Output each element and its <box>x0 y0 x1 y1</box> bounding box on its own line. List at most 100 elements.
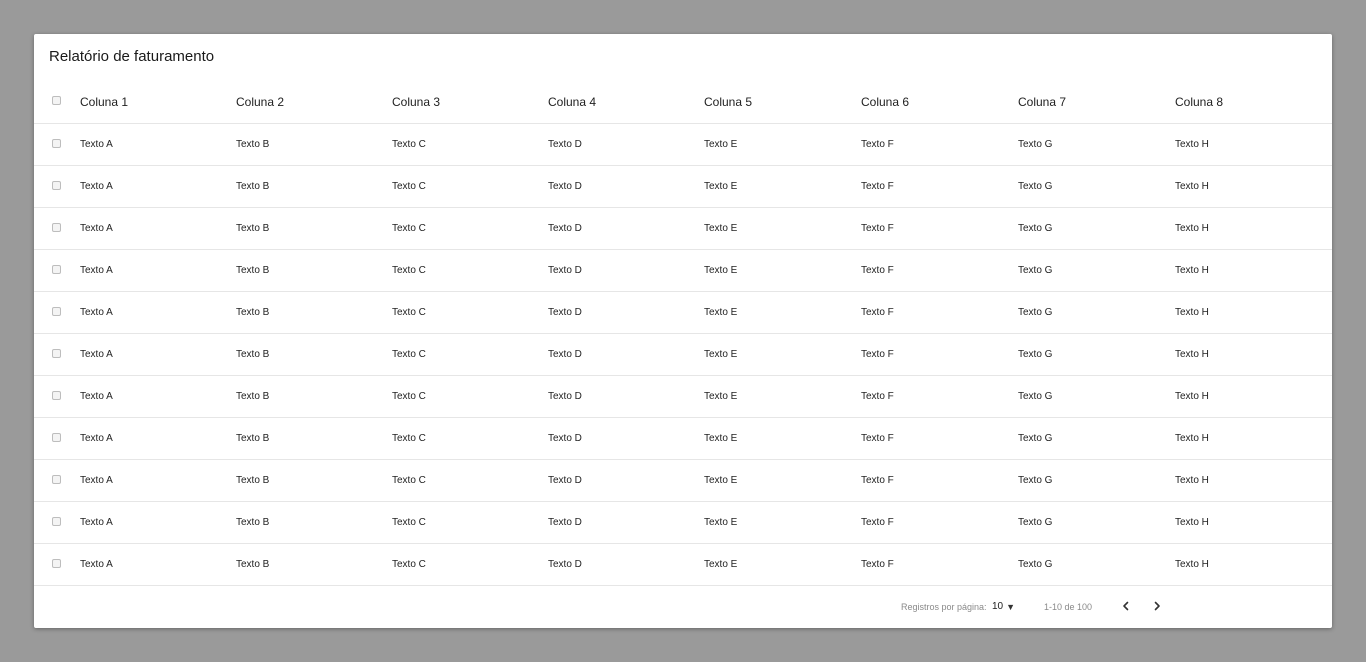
row-checkbox[interactable] <box>52 475 61 484</box>
column-header-4[interactable]: Coluna 4 <box>548 81 596 122</box>
table-cell: Texto A <box>80 307 113 318</box>
dropdown-arrow-icon: ▼ <box>1006 601 1016 612</box>
table-cell: Texto D <box>548 181 582 192</box>
table-cell: Texto G <box>1018 559 1053 570</box>
row-checkbox[interactable] <box>52 349 61 358</box>
table-cell: Texto B <box>236 475 270 486</box>
table-cell: Texto E <box>704 517 738 528</box>
table-row[interactable]: Texto A Texto B Texto C Texto D Texto E Texto… <box>34 460 1332 502</box>
column-header-8[interactable]: Coluna 8 <box>1175 81 1223 122</box>
table-cell: Texto E <box>704 223 738 234</box>
table-cell: Texto H <box>1175 139 1209 150</box>
table-cell: Texto D <box>548 307 582 318</box>
table-cell: Texto H <box>1175 391 1209 402</box>
table-cell: Texto D <box>548 349 582 360</box>
table-row[interactable]: Texto A Texto B Texto C Texto D Texto E Texto… <box>34 124 1332 166</box>
table-cell: Texto B <box>236 181 270 192</box>
table-cell: Texto B <box>236 433 270 444</box>
select-all-checkbox[interactable] <box>52 96 61 105</box>
table-row[interactable]: Texto A Texto B Texto C Texto D Texto E Texto… <box>34 544 1332 586</box>
table-cell: Texto E <box>704 475 738 486</box>
table-cell: Texto H <box>1175 307 1209 318</box>
table-row[interactable]: Texto A Texto B Texto C Texto D Texto E Texto… <box>34 376 1332 418</box>
table-cell: Texto C <box>392 265 426 276</box>
next-page-button[interactable] <box>1149 598 1165 614</box>
table-cell: Texto H <box>1175 223 1209 234</box>
table-cell: Texto G <box>1018 181 1053 192</box>
table-cell: Texto C <box>392 307 426 318</box>
table-pagination: Registros por página: 10 ▼ 1-10 de 100 <box>34 586 1332 628</box>
table-cell: Texto A <box>80 517 113 528</box>
table-cell: Texto G <box>1018 349 1053 360</box>
row-checkbox[interactable] <box>52 139 61 148</box>
table-row[interactable]: Texto A Texto B Texto C Texto D Texto E Texto… <box>34 502 1332 544</box>
table-cell: Texto D <box>548 265 582 276</box>
table-cell: Texto A <box>80 433 113 444</box>
table-row[interactable]: Texto A Texto B Texto C Texto D Texto E Texto… <box>34 292 1332 334</box>
report-card: Relatório de faturamento Coluna 1 Coluna … <box>34 34 1332 628</box>
pagination-range: 1-10 de 100 <box>1044 602 1093 612</box>
table-cell: Texto B <box>236 349 270 360</box>
column-header-5[interactable]: Coluna 5 <box>704 81 752 122</box>
table-cell: Texto A <box>80 265 113 276</box>
table-cell: Texto B <box>236 223 270 234</box>
column-header-7[interactable]: Coluna 7 <box>1018 81 1066 122</box>
table-cell: Texto G <box>1018 139 1053 150</box>
table-cell: Texto H <box>1175 181 1209 192</box>
table-cell: Texto H <box>1175 475 1209 486</box>
row-checkbox[interactable] <box>52 391 61 400</box>
table-cell: Texto B <box>236 391 270 402</box>
table-cell: Texto G <box>1018 223 1053 234</box>
table-cell: Texto F <box>861 391 894 402</box>
page-title: Relatório de faturamento <box>49 48 215 65</box>
row-checkbox[interactable] <box>52 265 61 274</box>
row-checkbox[interactable] <box>52 559 61 568</box>
table-cell: Texto F <box>861 475 894 486</box>
table-cell: Texto F <box>861 559 894 570</box>
table-cell: Texto A <box>80 559 113 570</box>
table-cell: Texto B <box>236 517 270 528</box>
column-header-6[interactable]: Coluna 6 <box>861 81 909 122</box>
table-cell: Texto C <box>392 559 426 570</box>
table-cell: Texto A <box>80 391 113 402</box>
previous-page-button[interactable] <box>1118 598 1134 614</box>
table-cell: Texto D <box>548 139 582 150</box>
table-row[interactable]: Texto A Texto B Texto C Texto D Texto E Texto… <box>34 250 1332 292</box>
table-cell: Texto G <box>1018 391 1053 402</box>
table-cell: Texto C <box>392 349 426 360</box>
column-header-1[interactable]: Coluna 1 <box>80 81 128 122</box>
table-cell: Texto C <box>392 433 426 444</box>
row-checkbox[interactable] <box>52 181 61 190</box>
row-checkbox[interactable] <box>52 307 61 316</box>
row-checkbox[interactable] <box>52 517 61 526</box>
table-cell: Texto H <box>1175 265 1209 276</box>
table-cell: Texto E <box>704 433 738 444</box>
table-row[interactable]: Texto A Texto B Texto C Texto D Texto E Texto… <box>34 418 1332 460</box>
table-cell: Texto D <box>548 223 582 234</box>
table-row[interactable]: Texto A Texto B Texto C Texto D Texto E Texto… <box>34 166 1332 208</box>
table-cell: Texto F <box>861 139 894 150</box>
table-cell: Texto G <box>1018 475 1053 486</box>
rows-per-page-select[interactable]: 10 ▼ <box>992 601 1015 612</box>
table-cell: Texto E <box>704 181 738 192</box>
row-checkbox[interactable] <box>52 433 61 442</box>
table-row[interactable]: Texto A Texto B Texto C Texto D Texto E Texto… <box>34 334 1332 376</box>
table-cell: Texto E <box>704 349 738 360</box>
table-cell: Texto B <box>236 307 270 318</box>
table-cell: Texto C <box>392 139 426 150</box>
table-cell: Texto A <box>80 181 113 192</box>
row-checkbox[interactable] <box>52 223 61 232</box>
chevron-left-icon <box>1123 601 1129 611</box>
chevron-right-icon <box>1154 601 1160 611</box>
column-header-2[interactable]: Coluna 2 <box>236 81 284 122</box>
table-cell: Texto H <box>1175 559 1209 570</box>
column-header-3[interactable]: Coluna 3 <box>392 81 440 122</box>
table-cell: Texto B <box>236 139 270 150</box>
table-row[interactable]: Texto A Texto B Texto C Texto D Texto E Texto… <box>34 208 1332 250</box>
table-cell: Texto E <box>704 559 738 570</box>
table-cell: Texto C <box>392 517 426 528</box>
rows-per-page-value: 10 <box>992 601 1004 612</box>
table-cell: Texto B <box>236 265 270 276</box>
table-cell: Texto E <box>704 307 738 318</box>
table-cell: Texto F <box>861 349 894 360</box>
